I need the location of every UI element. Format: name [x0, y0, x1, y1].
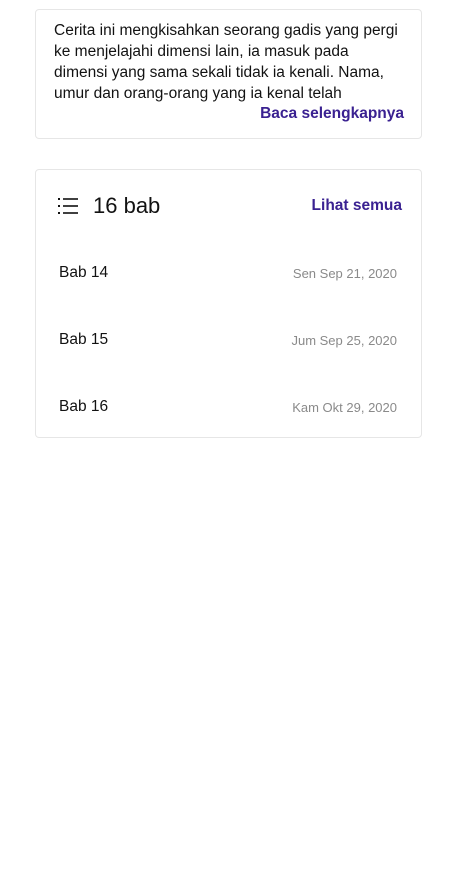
chapter-row[interactable]: Bab 15 Jum Sep 25, 2020	[59, 328, 397, 352]
chapter-date: Kam Okt 29, 2020	[292, 399, 397, 415]
chapter-title: Bab 16	[59, 398, 109, 415]
chapters-header: 16 bab Lihat semua	[57, 192, 402, 220]
synopsis-text: Cerita ini mengkisahkan seorang gadis ya…	[54, 22, 398, 102]
chapter-count: 16 bab	[93, 193, 161, 218]
read-more-link[interactable]: Baca selengkapnya	[54, 103, 404, 124]
chapters-card: 16 bab Lihat semua Bab 14 Sen Sep 21, 20…	[35, 169, 422, 438]
chapter-date: Jum Sep 25, 2020	[291, 332, 397, 348]
chapter-date: Sen Sep 21, 2020	[292, 265, 397, 281]
chapter-title: Bab 14	[59, 264, 109, 281]
chapter-row[interactable]: Bab 14 Sen Sep 21, 2020	[59, 261, 397, 285]
chapter-row[interactable]: Bab 16 Kam Okt 29, 2020	[59, 395, 397, 419]
list-icon	[57, 196, 79, 216]
synopsis-card: Cerita ini mengkisahkan seorang gadis ya…	[35, 9, 422, 139]
chapter-title: Bab 15	[59, 331, 109, 348]
see-all-link[interactable]: Lihat semua	[312, 197, 402, 215]
